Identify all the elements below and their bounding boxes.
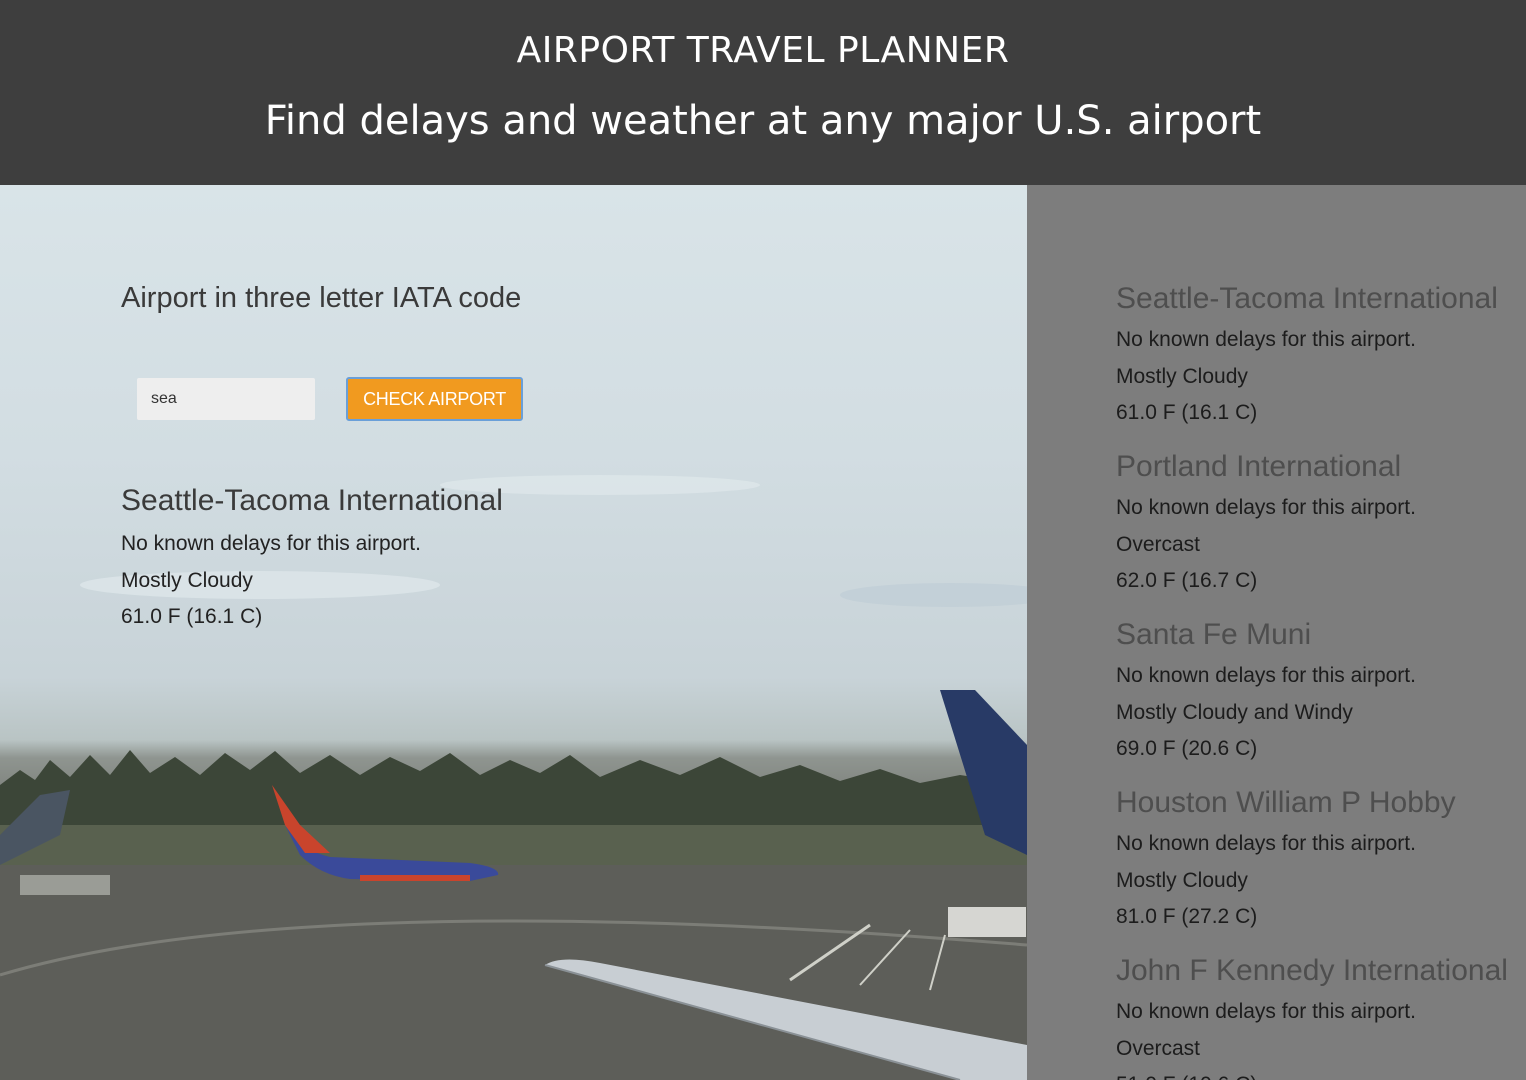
history-weather: Overcast xyxy=(1116,1036,1201,1060)
search-history-panel: Seattle-Tacoma International No known de… xyxy=(1027,185,1526,1080)
result-weather: Mostly Cloudy xyxy=(121,568,253,592)
history-weather: Mostly Cloudy xyxy=(1116,364,1248,388)
history-item: John F Kennedy International No known de… xyxy=(1116,954,1508,1080)
page-subtitle: Find delays and weather at any major U.S… xyxy=(264,98,1262,144)
history-temperature: 51.0 F (10.6 C) xyxy=(1116,1067,1508,1080)
form-heading: Airport in three letter IATA code xyxy=(121,282,522,314)
history-airport-name: Santa Fe Muni xyxy=(1116,618,1312,651)
history-delay-status: No known delays for this airport. xyxy=(1116,328,1416,351)
history-airport-name: Houston William P Hobby xyxy=(1116,786,1456,819)
history-temperature: 81.0 F (27.2 C) xyxy=(1116,905,1258,928)
history-delay-status: No known delays for this airport. xyxy=(1116,1000,1416,1023)
history-item: Houston William P Hobby No known delays … xyxy=(1116,786,1508,954)
history-temperature: 61.0 F (16.1 C) xyxy=(1116,401,1258,424)
history-airport-name: John F Kennedy International xyxy=(1116,954,1508,987)
result-delay-status: No known delays for this airport. xyxy=(121,532,421,555)
history-airport-name: Seattle-Tacoma International xyxy=(1116,282,1498,315)
history-airport-name: Portland International xyxy=(1116,450,1402,483)
result-airport-name: Seattle-Tacoma International xyxy=(121,484,503,517)
result-temperature: 61.0 F (16.1 C) xyxy=(121,605,263,628)
history-temperature: 69.0 F (20.6 C) xyxy=(1116,737,1258,760)
history-item: Portland International No known delays f… xyxy=(1116,450,1508,618)
check-airport-button[interactable]: Check Airport xyxy=(346,377,523,421)
page-title: AIRPORT TRAVEL PLANNER xyxy=(516,30,1010,71)
history-item: Seattle-Tacoma International No known de… xyxy=(1116,282,1508,450)
history-weather: Mostly Cloudy xyxy=(1116,868,1248,892)
iata-code-input[interactable] xyxy=(137,378,315,420)
history-temperature: 62.0 F (16.7 C) xyxy=(1116,569,1258,592)
history-delay-status: No known delays for this airport. xyxy=(1116,832,1416,855)
history-delay-status: No known delays for this airport. xyxy=(1116,496,1416,519)
history-weather: Mostly Cloudy and Windy xyxy=(1116,700,1353,724)
page-header: AIRPORT TRAVEL PLANNER Find delays and w… xyxy=(0,0,1526,185)
history-item: Santa Fe Muni No known delays for this a… xyxy=(1116,618,1508,786)
history-list: Seattle-Tacoma International No known de… xyxy=(1116,282,1508,1080)
history-delay-status: No known delays for this airport. xyxy=(1116,664,1416,687)
history-weather: Overcast xyxy=(1116,532,1201,556)
current-result: Seattle-Tacoma International No known de… xyxy=(121,484,503,636)
